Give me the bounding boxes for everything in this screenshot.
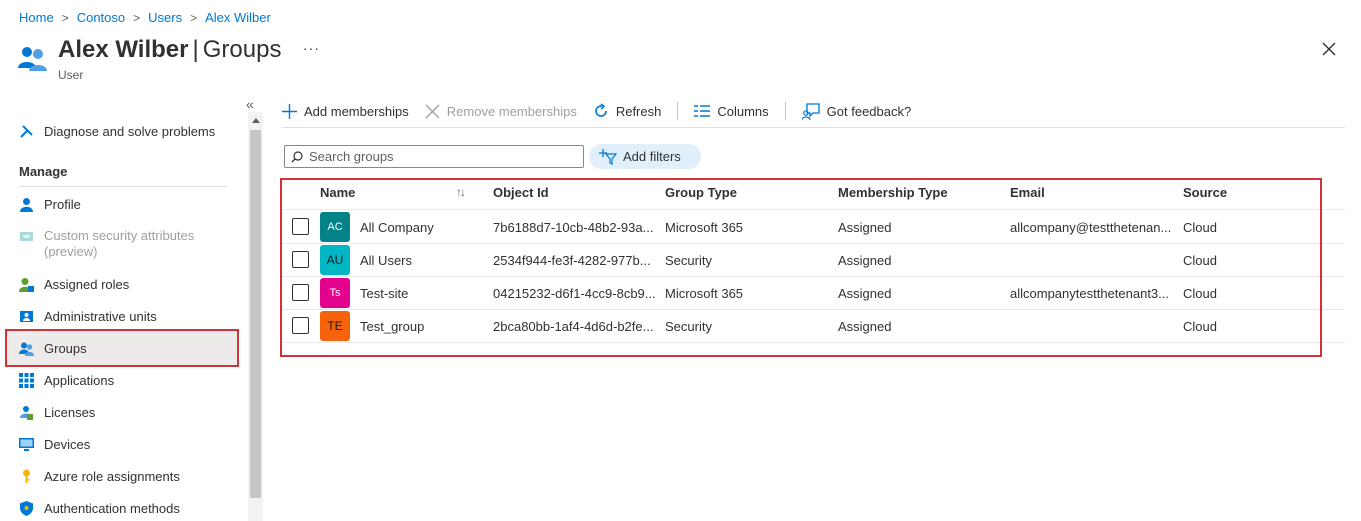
sidebar-item-label: Licenses <box>44 405 96 420</box>
page-title-name: Alex Wilber <box>58 36 189 63</box>
refresh-button[interactable]: Refresh <box>593 103 662 119</box>
chevron-right-icon: > <box>133 10 141 25</box>
tag-icon <box>20 232 33 241</box>
feedback-label: Got feedback? <box>826 103 912 119</box>
sidebar: Diagnose and solve problems Manage Profi… <box>0 112 246 521</box>
breadcrumb-alex-wilber[interactable]: Alex Wilber <box>205 10 271 25</box>
sidebar-item-label: Applications <box>44 373 115 388</box>
user-groups-icon <box>18 47 47 71</box>
scrollbar-thumb[interactable] <box>250 130 261 498</box>
key-icon <box>23 469 30 483</box>
chevron-right-icon: > <box>61 10 69 25</box>
remove-memberships-button[interactable]: Remove memberships <box>425 104 577 119</box>
command-bar: Add memberships Remove memberships Refre… <box>282 98 927 124</box>
sidebar-item-licenses[interactable]: Licenses <box>19 405 95 420</box>
page-title-section: Groups <box>202 36 282 63</box>
toolbar-divider <box>282 127 1345 128</box>
refresh-icon <box>595 103 607 117</box>
sidebar-item-label: Profile <box>44 197 81 212</box>
wrench-icon <box>20 125 33 138</box>
collapse-sidebar-icon[interactable]: « <box>246 96 254 112</box>
breadcrumb: Home > Contoso > Users > Alex Wilber <box>19 10 271 25</box>
chevron-right-icon: > <box>190 10 198 25</box>
sidebar-item-label: Authentication methods <box>44 501 180 516</box>
admin-units-icon <box>20 311 33 322</box>
monitor-icon <box>19 438 34 451</box>
sidebar-item-label: Custom security attributes (preview) <box>44 228 195 259</box>
feedback-icon <box>801 102 820 120</box>
sidebar-item-groups[interactable]: Groups <box>19 341 87 356</box>
title-separator: | <box>192 36 199 63</box>
grid-icon <box>19 373 34 388</box>
sidebar-item-profile[interactable]: Profile <box>19 197 81 212</box>
sidebar-item-custom-security-attributes[interactable]: Custom security attributes (preview) <box>19 228 204 260</box>
breadcrumb-users[interactable]: Users <box>148 10 182 25</box>
sidebar-heading-manage: Manage <box>19 164 68 179</box>
shield-icon <box>20 501 33 516</box>
columns-label: Columns <box>717 103 769 119</box>
add-filters-label: Add filters <box>623 149 681 164</box>
breadcrumb-contoso[interactable]: Contoso <box>77 10 125 25</box>
sidebar-item-assigned-roles[interactable]: Assigned roles <box>19 277 129 292</box>
sidebar-item-label: Groups <box>44 341 87 356</box>
sidebar-item-label: Diagnose and solve problems <box>44 124 216 139</box>
sidebar-item-label: Azure role assignments <box>44 469 180 484</box>
person-icon <box>20 198 33 212</box>
remove-memberships-label: Remove memberships <box>446 103 577 119</box>
table-highlight-box <box>280 178 1322 357</box>
add-filters-button[interactable]: Add filters <box>589 144 701 169</box>
sidebar-item-azure-role-assignments[interactable]: Azure role assignments <box>19 469 180 484</box>
toolbar-separator <box>677 102 679 120</box>
sidebar-item-diagnose[interactable]: Diagnose and solve problems <box>19 124 215 139</box>
feedback-button[interactable]: Got feedback? <box>801 102 912 120</box>
sidebar-item-devices[interactable]: Devices <box>19 437 90 452</box>
license-icon <box>20 406 33 420</box>
close-icon <box>425 104 440 118</box>
sidebar-divider <box>19 186 227 187</box>
sidebar-item-label: Devices <box>44 437 91 452</box>
sidebar-item-authentication-methods[interactable]: Authentication methods <box>19 501 180 516</box>
sidebar-item-label: Assigned roles <box>44 277 130 292</box>
toolbar-separator <box>784 102 786 120</box>
more-options-icon[interactable]: ··· <box>303 40 320 56</box>
search-input[interactable] <box>309 149 569 164</box>
roles-icon <box>19 278 34 292</box>
page-title: Alex Wilber | Groups <box>58 36 281 64</box>
close-icon[interactable] <box>1320 40 1338 58</box>
sidebar-item-administrative-units[interactable]: Administrative units <box>19 309 157 324</box>
groups-icon <box>19 342 34 356</box>
columns-button[interactable]: Columns <box>694 103 769 119</box>
refresh-label: Refresh <box>615 103 662 119</box>
search-icon <box>291 150 303 162</box>
scroll-up-arrow-icon[interactable] <box>252 118 260 123</box>
search-box[interactable] <box>284 145 584 168</box>
add-memberships-label: Add memberships <box>304 103 409 119</box>
sidebar-item-label: Administrative units <box>44 309 157 324</box>
plus-icon <box>282 103 297 119</box>
page-subtitle: User <box>58 68 84 82</box>
columns-icon <box>694 105 711 117</box>
breadcrumb-home[interactable]: Home <box>19 10 54 25</box>
add-memberships-button[interactable]: Add memberships <box>282 103 409 119</box>
sidebar-item-applications[interactable]: Applications <box>19 373 114 388</box>
add-filter-icon <box>599 148 617 165</box>
